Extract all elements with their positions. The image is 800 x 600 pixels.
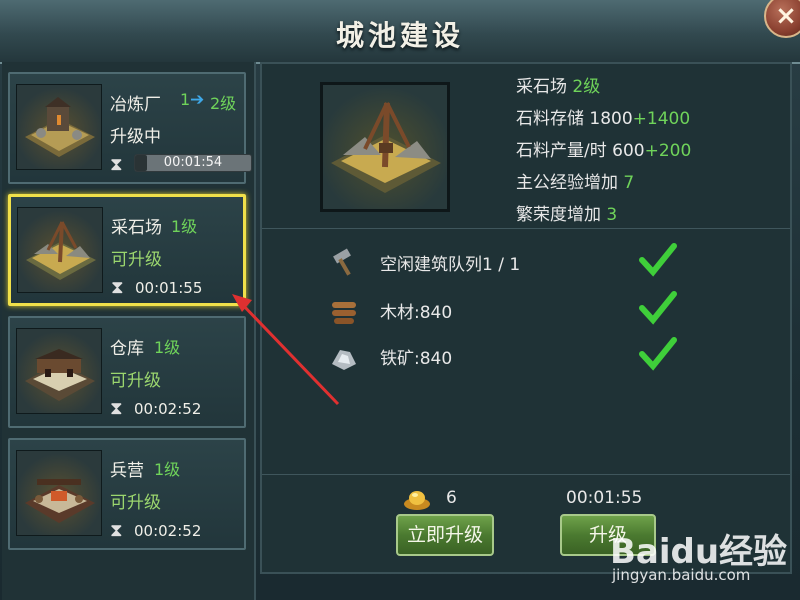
watermark-url: jingyan.baidu.com xyxy=(612,566,751,584)
hourglass-icon: ⧗ xyxy=(110,520,123,541)
gold-ingot-icon xyxy=(404,491,430,510)
building-card-smelter[interactable]: 冶炼厂 1 ➔ 2级 升级中 ⧗ 00:01:54 xyxy=(8,72,252,184)
baidu-watermark: Baidu经验 jingyan.baidu.com xyxy=(610,514,790,594)
divider xyxy=(262,474,790,475)
hourglass-icon: ⧗ xyxy=(110,154,123,175)
barracks-thumbnail xyxy=(16,450,102,536)
progress-time: 00:01:54 xyxy=(163,155,223,170)
instant-upgrade-button[interactable]: 立即升级 xyxy=(396,514,494,556)
level-to: 2级 xyxy=(210,94,237,113)
building-level: 1级 xyxy=(171,217,198,236)
hourglass-icon: ⧗ xyxy=(111,277,124,298)
stat-base: 600 xyxy=(612,141,645,161)
requirement-text: 木材:840 xyxy=(380,303,453,323)
requirement-text: 空闲建筑队列1 / 1 xyxy=(380,255,521,275)
level-from: 1 xyxy=(180,90,191,109)
building-status: 可升级 xyxy=(110,493,161,513)
stat-base: 1800 xyxy=(589,109,633,129)
stat-lord-exp: 主公经验增加 7 xyxy=(516,168,634,193)
hourglass-icon: ⧗ xyxy=(110,398,123,419)
warehouse-thumbnail xyxy=(16,328,102,414)
building-status: 可升级 xyxy=(110,371,161,391)
detail-title-row: 采石场 2级 xyxy=(516,72,600,97)
building-name: 冶炼厂 xyxy=(110,95,161,115)
building-name: 采石场 xyxy=(111,218,162,238)
upgrade-progress-bar: 00:01:54 xyxy=(134,154,252,172)
stat-bonus: +1400 xyxy=(632,109,691,129)
divider xyxy=(262,228,790,229)
instant-cost-value: 6 xyxy=(446,488,457,508)
building-status: 可升级 xyxy=(111,250,162,270)
window-title: 城池建设 xyxy=(335,19,464,52)
detail-building-level: 2级 xyxy=(572,77,601,97)
detail-building-name: 采石场 xyxy=(516,77,567,97)
title-bar: 城池建设 xyxy=(0,0,800,64)
stat-label: 石料存储 xyxy=(516,109,584,129)
upgrade-time: 00:02:52 xyxy=(134,522,202,540)
wood-icon xyxy=(332,302,356,324)
stat-label: 繁荣度增加 xyxy=(516,205,601,225)
building-level: 1级 xyxy=(154,460,181,479)
building-list: 冶炼厂 1 ➔ 2级 升级中 ⧗ 00:01:54 采石场 1级 可升级 ⧗ 0… xyxy=(2,62,256,600)
stat-bonus: 3 xyxy=(606,205,618,225)
building-card-warehouse[interactable]: 仓库 1级 可升级 ⧗ 00:02:52 xyxy=(8,316,246,428)
stat-label: 石料产量/时 xyxy=(516,141,607,161)
upgrade-time: 00:02:52 xyxy=(134,400,202,418)
stat-prosperity: 繁荣度增加 3 xyxy=(516,200,617,225)
check-icon xyxy=(639,291,677,325)
city-construction-window: 城池建设 × 冶炼厂 1 ➔ 2级 升级中 ⧗ 00:01:54 采石场 1级 … xyxy=(0,0,800,600)
quarry-large-image xyxy=(320,82,450,212)
building-detail-panel: 采石场 2级 石料存储 1800+1400 石料产量/时 600+200 主公经… xyxy=(260,62,792,574)
arrow-right-icon: ➔ xyxy=(190,90,205,110)
building-name: 兵营 xyxy=(110,461,144,481)
stat-stone-storage: 石料存储 1800+1400 xyxy=(516,104,690,129)
requirement-text: 铁矿:840 xyxy=(380,349,453,369)
building-card-barracks[interactable]: 兵营 1级 可升级 ⧗ 00:02:52 xyxy=(8,438,246,550)
building-card-quarry[interactable]: 采石场 1级 可升级 ⧗ 00:01:55 xyxy=(8,194,246,306)
building-level: 1级 xyxy=(154,338,181,357)
upgrade-time: 00:01:55 xyxy=(135,279,203,297)
smelter-thumbnail xyxy=(16,84,102,170)
check-icon xyxy=(639,243,677,277)
upgrade-time-value: 00:01:55 xyxy=(566,488,643,508)
quarry-thumbnail xyxy=(17,207,103,293)
hammer-icon xyxy=(333,248,351,276)
stat-bonus: +200 xyxy=(644,141,692,161)
requirement-iron: 铁矿:840 xyxy=(262,336,790,380)
stat-stone-production: 石料产量/时 600+200 xyxy=(516,136,691,161)
check-icon xyxy=(639,337,677,371)
building-name: 仓库 xyxy=(110,339,144,359)
building-status: 升级中 xyxy=(110,127,161,147)
stat-bonus: 7 xyxy=(623,173,635,193)
stat-label: 主公经验增加 xyxy=(516,173,618,193)
requirement-build-queue: 空闲建筑队列1 / 1 xyxy=(262,242,790,286)
iron-ore-icon xyxy=(332,350,356,370)
requirement-wood: 木材:840 xyxy=(262,290,790,334)
